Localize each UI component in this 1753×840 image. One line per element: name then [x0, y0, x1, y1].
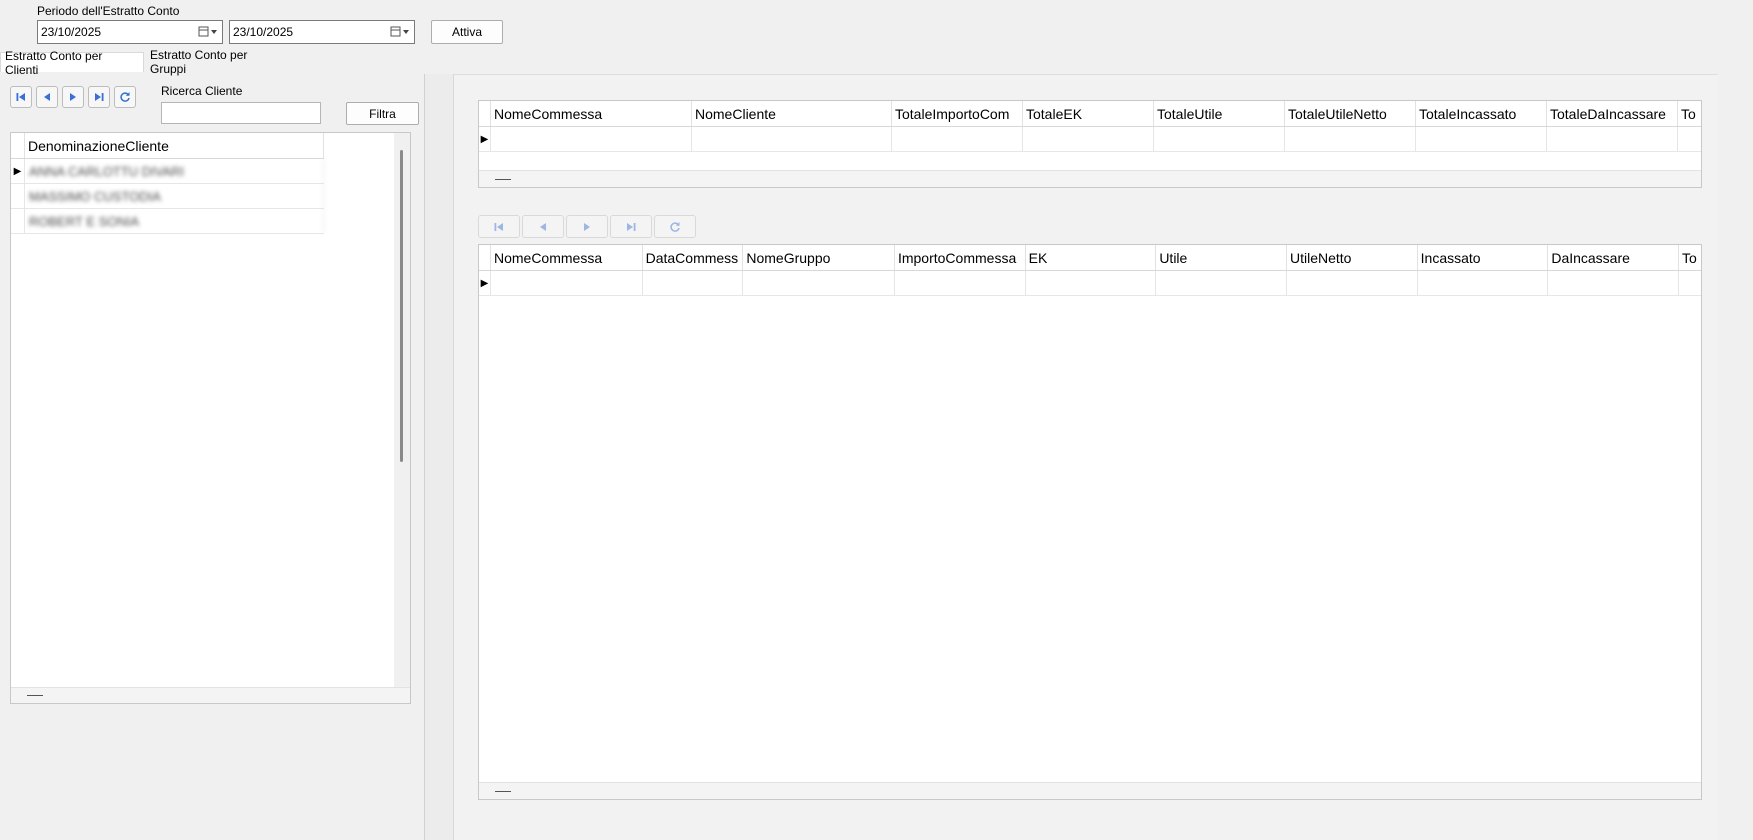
clients-navigator: [10, 86, 136, 108]
next-record-button[interactable]: [566, 215, 608, 238]
column-header[interactable]: UtileNetto: [1287, 245, 1418, 270]
next-record-button[interactable]: [62, 86, 84, 108]
tab-gruppi[interactable]: Estratto Conto per Gruppi: [146, 48, 290, 76]
table-row[interactable]: ▶: [479, 271, 1701, 296]
vertical-scrollbar[interactable]: [394, 133, 410, 687]
refresh-icon: [120, 92, 130, 102]
column-header[interactable]: NomeGruppo: [743, 245, 895, 270]
collapse-icon[interactable]: [495, 178, 511, 180]
date-from-picker[interactable]: 23/10/2025: [37, 20, 223, 44]
next-icon: [70, 93, 76, 101]
prev-icon: [44, 93, 50, 101]
details-pane: NomeCommessa NomeCliente TotaleImportoCo…: [454, 74, 1718, 840]
grid-footer: [479, 170, 1701, 187]
column-header[interactable]: TotaleImportoCom: [892, 101, 1023, 126]
column-header[interactable]: EK: [1026, 245, 1157, 270]
column-header[interactable]: DenominazioneCliente: [25, 133, 324, 158]
calendar-dropdown-icon[interactable]: [386, 21, 414, 43]
clients-pane: Ricerca Cliente Filtra DenominazioneClie…: [0, 74, 425, 840]
column-header[interactable]: NomeCliente: [692, 101, 892, 126]
first-record-button[interactable]: [10, 86, 32, 108]
clients-grid-header: DenominazioneCliente: [11, 133, 324, 159]
last-record-button[interactable]: [88, 86, 110, 108]
table-row[interactable]: MASSIMO CUSTODIA: [11, 184, 324, 209]
pane-splitter[interactable]: [425, 74, 454, 840]
column-header[interactable]: ImportoCommessa: [895, 245, 1026, 270]
detail-grid: NomeCommessa DataCommess NomeGruppo Impo…: [478, 244, 1702, 800]
column-header[interactable]: DataCommess: [643, 245, 744, 270]
last-icon: [95, 93, 104, 101]
filter-button[interactable]: Filtra: [346, 102, 419, 125]
search-client-input[interactable]: [161, 102, 321, 124]
first-icon: [16, 93, 25, 101]
column-header[interactable]: NomeCommessa: [491, 101, 692, 126]
column-header[interactable]: TotaleEK: [1023, 101, 1154, 126]
prev-record-button[interactable]: [522, 215, 564, 238]
prev-icon: [540, 222, 546, 231]
column-header[interactable]: TotaleIncassato: [1416, 101, 1547, 126]
client-name-cell[interactable]: ROBERT E SONIA: [25, 209, 324, 233]
column-header[interactable]: To: [1678, 101, 1701, 126]
column-header[interactable]: To: [1679, 245, 1701, 270]
column-header[interactable]: Incassato: [1418, 245, 1549, 270]
table-row[interactable]: ROBERT E SONIA: [11, 209, 324, 234]
column-header[interactable]: Utile: [1156, 245, 1287, 270]
column-header[interactable]: DaIncassare: [1548, 245, 1679, 270]
row-indicator-icon: ▶: [479, 271, 491, 295]
search-client-label: Ricerca Cliente: [161, 84, 243, 98]
calendar-dropdown-icon[interactable]: [194, 21, 222, 43]
tab-clienti[interactable]: Estratto Conto per Clienti: [0, 49, 144, 77]
column-header[interactable]: NomeCommessa: [491, 245, 643, 270]
activate-button[interactable]: Attiva: [431, 20, 503, 44]
period-label: Periodo dell'Estratto Conto: [37, 4, 180, 18]
prev-record-button[interactable]: [36, 86, 58, 108]
collapse-icon[interactable]: [495, 790, 511, 792]
next-icon: [584, 222, 590, 231]
column-header[interactable]: TotaleDaIncassare: [1547, 101, 1678, 126]
collapse-icon[interactable]: [27, 695, 43, 696]
refresh-icon: [670, 221, 680, 232]
date-to-value: 23/10/2025: [233, 25, 294, 39]
clients-grid: DenominazioneCliente ▶ ANNA CARLOTTU DIV…: [10, 132, 411, 704]
summary-grid: NomeCommessa NomeCliente TotaleImportoCo…: [478, 100, 1702, 188]
refresh-button[interactable]: [654, 215, 696, 238]
date-from-value: 23/10/2025: [41, 25, 102, 39]
refresh-button[interactable]: [114, 86, 136, 108]
grid-footer: [11, 687, 410, 703]
detail-grid-header: NomeCommessa DataCommess NomeGruppo Impo…: [479, 245, 1701, 271]
last-record-button[interactable]: [610, 215, 652, 238]
first-record-button[interactable]: [478, 215, 520, 238]
column-header[interactable]: TotaleUtileNetto: [1285, 101, 1416, 126]
summary-grid-header: NomeCommessa NomeCliente TotaleImportoCo…: [479, 101, 1701, 127]
last-icon: [627, 222, 636, 231]
scrollbar-thumb[interactable]: [400, 150, 403, 462]
date-to-picker[interactable]: 23/10/2025: [229, 20, 415, 44]
grid-footer: [479, 782, 1701, 799]
column-header[interactable]: TotaleUtile: [1154, 101, 1285, 126]
row-indicator-icon: ▶: [479, 127, 491, 151]
row-indicator-icon: ▶: [11, 159, 25, 183]
client-name-cell[interactable]: MASSIMO CUSTODIA: [25, 184, 324, 208]
table-row[interactable]: ▶ ANNA CARLOTTU DIVARI: [11, 159, 324, 184]
detail-navigator: [478, 215, 696, 238]
first-icon: [494, 222, 503, 231]
table-row[interactable]: ▶: [479, 127, 1701, 152]
client-name-cell[interactable]: ANNA CARLOTTU DIVARI: [25, 159, 324, 183]
